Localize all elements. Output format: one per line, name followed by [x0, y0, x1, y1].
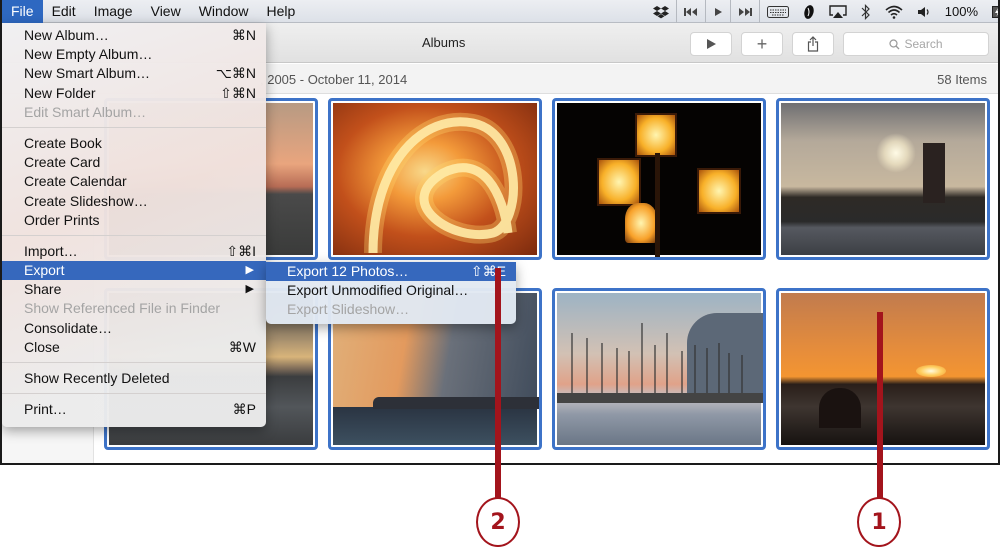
- shortcut: ⇧⌘N: [220, 84, 256, 101]
- export-submenu: Export 12 Photos… ⇧⌘E Export Unmodified O…: [266, 262, 516, 324]
- menu-item-label: New Album…: [24, 27, 109, 43]
- keyboard-icon[interactable]: [760, 0, 796, 23]
- play-icon[interactable]: [706, 0, 730, 23]
- menu-item-label: Show Recently Deleted: [24, 370, 170, 386]
- menu-item-export[interactable]: Export ▶: [2, 261, 266, 281]
- menu-image[interactable]: Image: [85, 0, 142, 23]
- menu-item-consolidate[interactable]: Consolidate…: [2, 319, 266, 338]
- menu-file[interactable]: File: [2, 0, 43, 23]
- callout-line-1: [877, 312, 883, 500]
- menu-separator: [2, 362, 266, 363]
- battery-icon[interactable]: [985, 0, 998, 23]
- menu-item-label: Edit Smart Album…: [24, 103, 147, 120]
- menu-separator: [2, 393, 266, 395]
- menu-item-label: Create Calendar: [24, 173, 127, 190]
- callout-badge-1: 1: [857, 497, 901, 547]
- rewind-icon[interactable]: [677, 0, 705, 23]
- menu-item-label: New Folder: [24, 84, 96, 101]
- add-button[interactable]: +: [741, 32, 783, 56]
- shortcut: ⌘P: [232, 401, 256, 418]
- menu-item-export-photos[interactable]: Export 12 Photos… ⇧⌘E: [266, 262, 516, 282]
- menu-item-new-folder[interactable]: New Folder ⇧⌘N: [2, 84, 266, 103]
- menu-bar: File Edit Image View Window Help 100%: [2, 0, 998, 23]
- menu-item-label: Create Card: [24, 154, 101, 171]
- evernote-icon[interactable]: [796, 0, 822, 23]
- search-icon: [889, 38, 900, 49]
- menu-item-export-unmodified-original[interactable]: Export Unmodified Original…: [266, 281, 516, 300]
- date-range: , 2005 - October 11, 2014: [260, 72, 408, 87]
- share-button[interactable]: [792, 32, 834, 56]
- battery-percentage[interactable]: 100%: [938, 0, 985, 23]
- menu-window[interactable]: Window: [190, 0, 258, 23]
- photo-thumbnail-orange-sunset-dome[interactable]: [776, 288, 990, 450]
- callout-line-2: [495, 268, 501, 500]
- shortcut: ⌥⌘N: [215, 65, 256, 82]
- menu-item-label: New Empty Album…: [24, 46, 153, 63]
- menu-item-new-smart-album[interactable]: New Smart Album… ⌥⌘N: [2, 64, 266, 83]
- menu-item-create-slideshow[interactable]: Create Slideshow…: [2, 192, 266, 211]
- airplay-icon[interactable]: [822, 0, 854, 23]
- menu-item-label: Close: [24, 338, 60, 355]
- photo-thumbnail-fire-spinning[interactable]: [328, 98, 542, 260]
- menu-item-create-book[interactable]: Create Book: [2, 134, 266, 153]
- play-icon: [707, 39, 716, 49]
- menu-item-export-slideshow: Export Slideshow…: [266, 300, 516, 319]
- menu-item-close[interactable]: Close ⌘W: [2, 338, 266, 357]
- menu-item-show-recently-deleted[interactable]: Show Recently Deleted: [2, 369, 266, 388]
- menu-item-show-referenced-file: Show Referenced File in Finder: [2, 299, 266, 318]
- dropbox-icon[interactable]: [646, 0, 676, 23]
- menu-item-label: Create Slideshow…: [24, 192, 148, 209]
- menu-item-label: Consolidate…: [24, 319, 112, 336]
- shortcut: ⌘N: [231, 27, 256, 43]
- status-menus: 100%: [646, 0, 998, 23]
- window-title: Albums: [422, 35, 466, 50]
- menu-view[interactable]: View: [142, 0, 190, 23]
- menu-item-print[interactable]: Print… ⌘P: [2, 400, 266, 419]
- menu-item-label: Share: [24, 281, 62, 298]
- file-menu: New Album… ⌘N New Empty Album… New Smart …: [2, 23, 266, 427]
- menu-item-label: Export Slideshow…: [287, 301, 410, 318]
- menu-item-edit-smart-album: Edit Smart Album…: [2, 103, 266, 122]
- photo-thumbnail-harbor-sailboats[interactable]: [552, 288, 766, 450]
- slideshow-play-button[interactable]: [690, 32, 732, 56]
- photo-thumbnail-lighthouse-sunset[interactable]: [776, 98, 990, 260]
- menu-item-label: New Smart Album…: [24, 65, 151, 82]
- menu-item-new-album[interactable]: New Album… ⌘N: [2, 26, 266, 45]
- volume-icon[interactable]: [910, 0, 938, 23]
- photo-thumbnail-street-lamps[interactable]: [552, 98, 766, 260]
- menu-item-order-prints[interactable]: Order Prints: [2, 211, 266, 230]
- menu-separator: [2, 234, 266, 236]
- item-count: 58 Items: [937, 72, 987, 87]
- menu-item-label: Show Referenced File in Finder: [24, 300, 221, 317]
- menu-item-label: Create Book: [24, 134, 102, 151]
- fast-forward-icon[interactable]: [731, 0, 759, 23]
- menu-item-import[interactable]: Import… ⇧⌘I: [2, 242, 266, 261]
- menu-item-create-card[interactable]: Create Card: [2, 153, 266, 172]
- menu-item-label: Export Unmodified Original…: [287, 282, 469, 299]
- menu-item-create-calendar[interactable]: Create Calendar: [2, 172, 266, 191]
- bluetooth-icon[interactable]: [854, 0, 878, 23]
- menu-edit[interactable]: Edit: [43, 0, 85, 23]
- share-icon: [807, 36, 819, 52]
- callout-badge-2: 2: [476, 497, 520, 547]
- menu-item-label: Export: [24, 262, 65, 279]
- menu-help[interactable]: Help: [258, 0, 305, 23]
- submenu-arrow-icon: ▶: [245, 264, 254, 277]
- menu-item-label: Order Prints: [24, 211, 100, 228]
- wifi-icon[interactable]: [878, 0, 910, 23]
- search-field[interactable]: Search: [843, 32, 989, 56]
- menu-separator: [2, 126, 266, 128]
- menu-item-label: Import…: [24, 242, 78, 259]
- menu-item-share[interactable]: Share ▶: [2, 280, 266, 299]
- search-placeholder: Search: [904, 37, 943, 51]
- menu-item-label: Print…: [24, 401, 67, 418]
- submenu-arrow-icon: ▶: [245, 283, 254, 296]
- menu-item-new-empty-album[interactable]: New Empty Album…: [2, 45, 266, 64]
- shortcut: ⌘W: [228, 338, 256, 355]
- shortcut: ⇧⌘I: [226, 242, 256, 259]
- plus-icon: +: [756, 33, 768, 54]
- menu-item-label: Export 12 Photos…: [287, 263, 409, 279]
